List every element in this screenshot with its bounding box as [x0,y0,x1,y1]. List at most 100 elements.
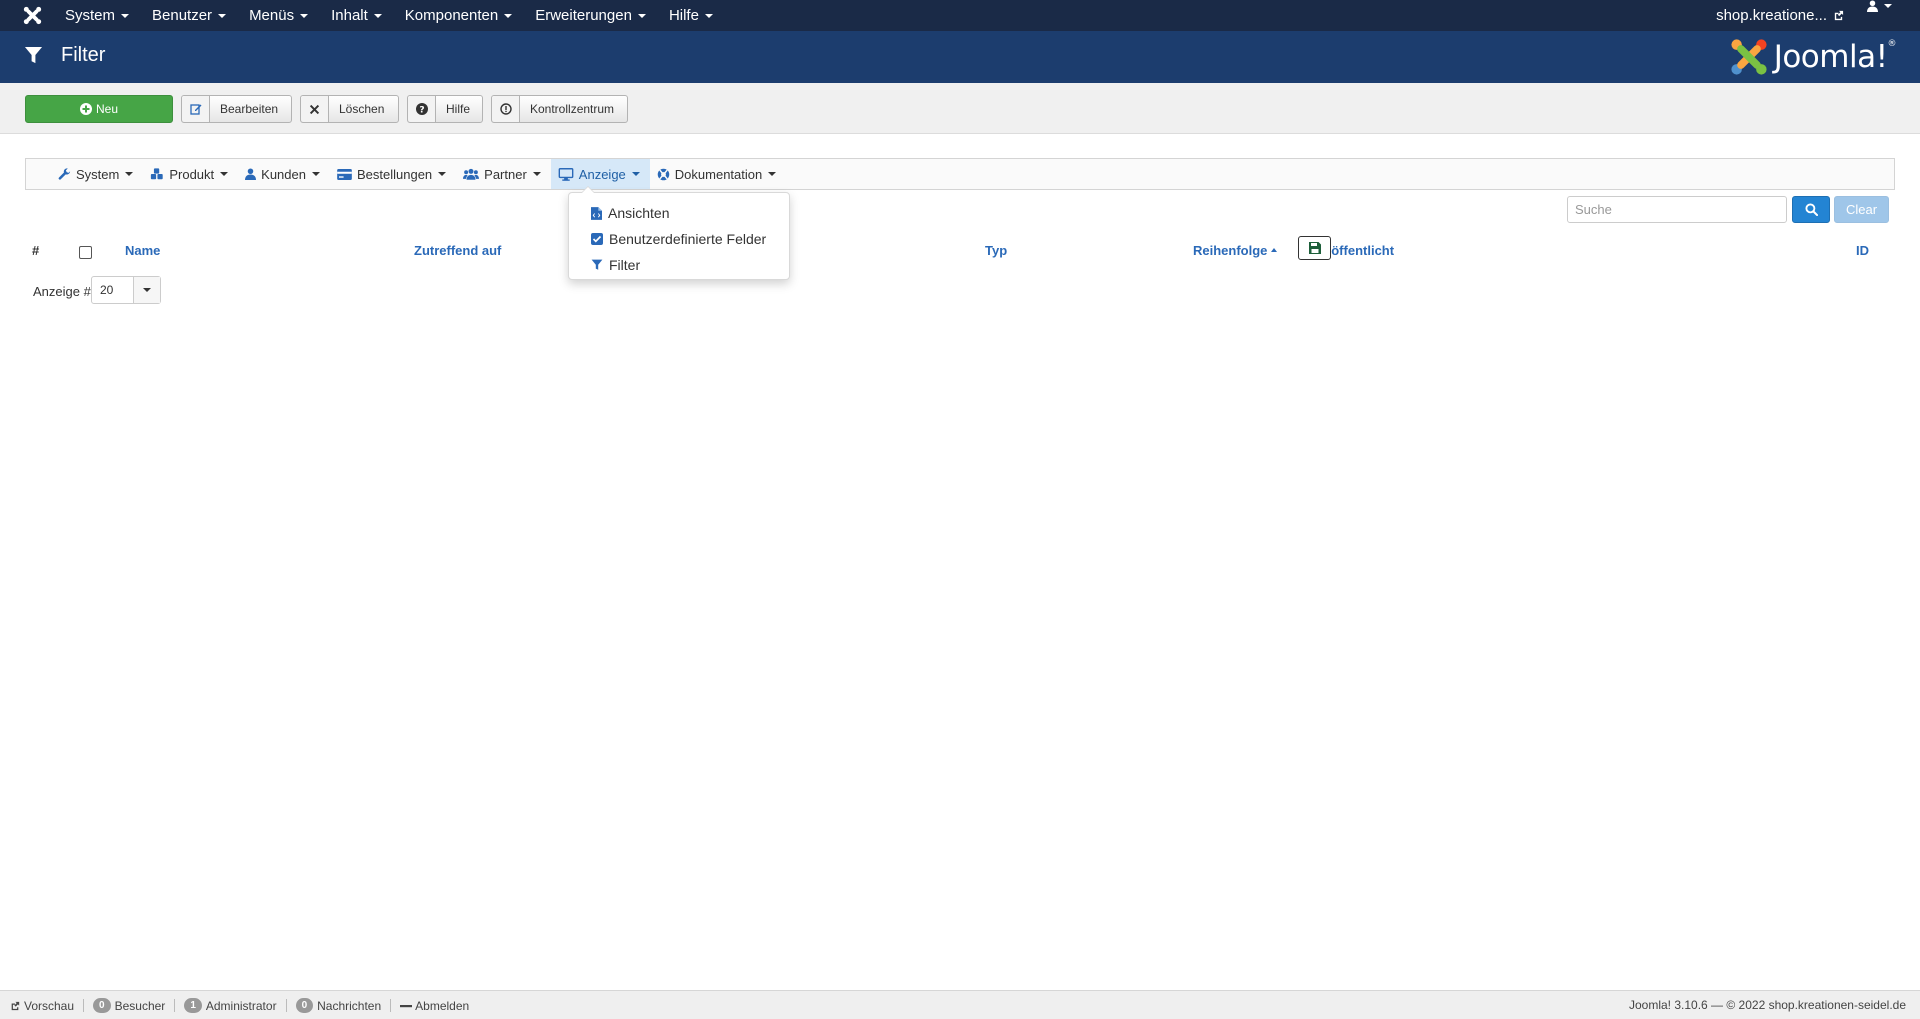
minus-icon [400,1004,413,1007]
caret-down-icon [438,172,447,176]
topmenu-help[interactable]: Hilfe [657,0,724,31]
topmenu-label: Hilfe [668,7,699,24]
topmenu-content[interactable]: Inhalt [319,0,393,31]
credit-card-icon [337,168,352,180]
submenu-system[interactable]: System [51,159,143,189]
admins-label: Administrator [205,998,277,1013]
visitors-label: Besucher [114,998,166,1013]
user-icon [245,168,257,180]
filter-icon [24,46,43,64]
column-header-name[interactable]: Name [125,243,160,258]
top-navbar: System Benutzer Menüs Inhalt Komponenten… [0,0,1920,31]
edit-icon [182,96,210,122]
brand-label: Joomla! [1773,39,1888,75]
preview-label: Vorschau [24,998,75,1013]
submenu-product[interactable]: Produkt [143,159,238,189]
help-button-label: Hilfe [446,102,471,116]
question-icon: ? [408,96,436,122]
caret-down-icon [143,288,151,292]
limit-label: Anzeige # [33,284,91,299]
limit-select[interactable]: 20 [91,276,161,304]
joomla-logo-icon [1731,39,1767,75]
submenu-label: Kunden [261,166,306,182]
top-menu: System Benutzer Menüs Inhalt Komponenten… [53,0,724,31]
joomla-brand: Joomla!® [1730,38,1896,76]
caret-down-icon [220,172,229,176]
select-all-checkbox[interactable] [79,246,92,259]
column-header-order-label: Reihenfolge [1193,243,1268,258]
site-link[interactable]: shop.kreatione... [1716,0,1844,31]
caret-down-icon [532,172,541,176]
version-info: Joomla! 3.10.6 — © 2022 shop.kreationen-… [1628,998,1906,1012]
topmenu-users[interactable]: Benutzer [140,0,237,31]
new-button-label: Neu [95,102,118,116]
clear-button[interactable]: Clear [1834,196,1889,223]
submenu-label: Dokumentation [674,166,763,182]
page-title: Filter [61,44,106,66]
dropdown-item-label: Benutzerdefinierte Felder [609,231,767,247]
topmenu-components[interactable]: Komponenten [393,0,523,31]
logout-link[interactable]: Abmelden [391,999,478,1013]
delete-button-label: Löschen [339,102,385,116]
user-menu[interactable] [1867,0,1892,12]
submenu-label: Anzeige [578,166,626,182]
messages-link[interactable]: 0 Nachrichten [287,998,392,1013]
limit-value: 20 [100,283,114,297]
submenu-documentation[interactable]: Dokumentation [650,159,786,189]
close-icon [301,96,329,122]
caret-down-icon [504,13,513,18]
help-button[interactable]: ? Hilfe [407,95,483,123]
topmenu-extensions[interactable]: Erweiterungen [523,0,657,31]
caret-down-icon [768,172,777,176]
control-panel-button[interactable]: Kontrollzentrum [491,95,628,123]
submenu-display[interactable]: Anzeige [550,159,650,189]
edit-button[interactable]: Bearbeiten [181,95,292,123]
save-icon [1308,242,1321,254]
delete-button[interactable]: Löschen [300,95,399,123]
dropdown-item-filter[interactable]: Filter [569,252,789,278]
caret-down-icon [300,13,309,18]
new-button[interactable]: Neu [25,95,173,123]
submenu-customers[interactable]: Kunden [238,159,330,189]
topmenu-system[interactable]: System [53,0,140,31]
search-input[interactable] [1567,196,1787,223]
submenu-label: Partner [484,166,527,182]
caret-down-icon [125,172,134,176]
column-header-applies-to[interactable]: Zutreffend auf [414,243,501,258]
save-order-button[interactable] [1298,236,1331,260]
site-link-label: shop.kreatione... [1716,7,1827,24]
column-header-type[interactable]: Typ [985,243,1007,258]
search-button[interactable] [1792,196,1830,223]
preview-link[interactable]: Vorschau [10,998,85,1013]
caret-down-icon [1884,4,1892,8]
monitor-icon [558,167,574,181]
submenu-partner[interactable]: Partner [456,159,551,189]
lifebuoy-icon [657,168,670,180]
dropdown-item-views[interactable]: Ansichten [569,200,789,226]
plus-circle-icon [79,103,92,115]
column-header-order[interactable]: Reihenfolge [1193,243,1278,258]
caret-down-icon [631,172,640,176]
file-code-icon [591,206,602,220]
joomla-wordmark: Joomla!® [1773,39,1897,75]
search-icon [1804,203,1818,216]
column-header-hash: # [32,243,40,258]
chevron-down-icon [133,277,160,303]
joomla-logo-icon[interactable] [23,6,42,25]
svg-text:?: ? [419,105,424,115]
caret-down-icon [373,13,382,18]
submenu-orders[interactable]: Bestellungen [330,159,456,189]
caret-down-icon [637,13,646,18]
status-items: Vorschau 0 Besucher 1 Administrator 0 Na… [10,991,478,1019]
topmenu-label: Benutzer [152,7,213,24]
visitors-status: 0 Besucher [84,998,176,1013]
caret-down-icon [218,13,227,18]
submenu-label: Bestellungen [356,166,433,182]
status-bar: Vorschau 0 Besucher 1 Administrator 0 Na… [0,990,1920,1019]
column-header-id[interactable]: ID [1856,243,1869,258]
page-header: Filter Joomla!® [0,31,1920,83]
submenu-label: System [76,166,120,182]
caret-down-icon [704,13,713,18]
topmenu-menus[interactable]: Menüs [237,0,319,31]
dropdown-item-custom-fields[interactable]: Benutzerdefinierte Felder [569,226,789,252]
